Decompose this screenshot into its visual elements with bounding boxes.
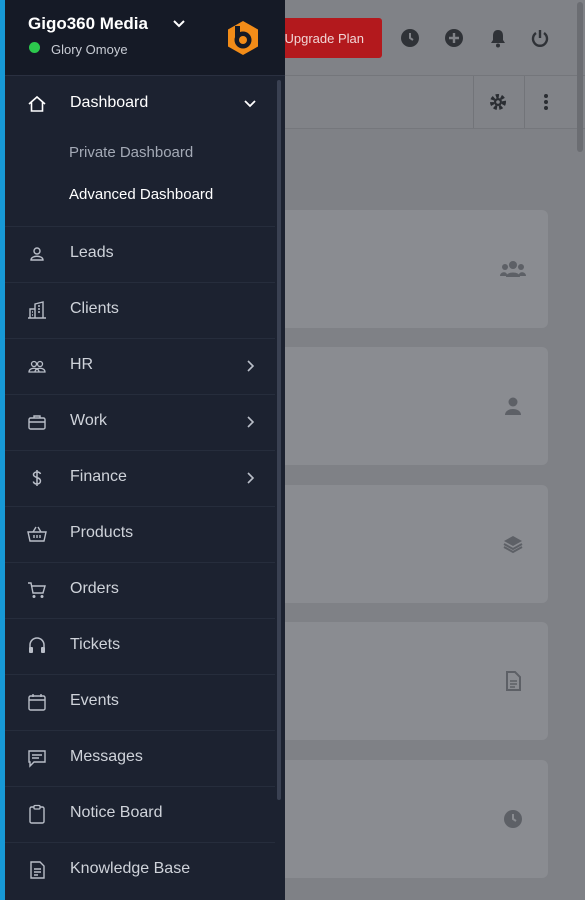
sidebar-item-label: Finance [70, 468, 127, 485]
chevron-down-icon [243, 96, 257, 112]
sidebar-item-notice-board[interactable]: Notice Board [5, 786, 275, 843]
clock-icon[interactable] [400, 28, 420, 48]
submenu-advanced-dashboard[interactable]: Advanced Dashboard [69, 186, 213, 203]
brand-logo-icon[interactable] [225, 20, 261, 56]
more-vertical-icon[interactable] [536, 92, 556, 112]
sidebar-item-label: Work [70, 412, 108, 429]
sidebar-item-label: Leads [70, 244, 114, 261]
headset-icon [27, 636, 47, 656]
user-outline-icon [27, 244, 47, 264]
sidebar-item-label: Notice Board [70, 804, 163, 821]
power-icon[interactable] [530, 28, 550, 48]
clipboard-icon [27, 804, 47, 824]
chevron-down-icon[interactable] [171, 17, 187, 31]
sidebar-item-products[interactable]: Products [5, 506, 275, 563]
toolbar-divider [524, 76, 525, 128]
plus-circle-icon[interactable] [444, 28, 464, 48]
sidebar-item-leads[interactable]: Leads [5, 226, 275, 283]
sidebar-item-work[interactable]: Work [5, 394, 275, 451]
stat-card[interactable] [270, 485, 548, 603]
sidebar-item-label: HR [70, 356, 94, 373]
stat-card[interactable] [270, 210, 548, 328]
basket-icon [27, 524, 47, 544]
chevron-right-icon [243, 470, 257, 486]
home-icon [27, 94, 47, 114]
sidebar-item-orders[interactable]: Orders [5, 562, 275, 619]
toolbar-divider [473, 76, 474, 128]
sidebar-item-events[interactable]: Events [5, 674, 275, 731]
sidebar-item-label: Tickets [70, 636, 121, 653]
stat-card[interactable] [270, 760, 548, 878]
user-name[interactable]: Glory Omoye [51, 42, 128, 57]
sidebar-item-tickets[interactable]: Tickets [5, 618, 275, 675]
online-status-dot [29, 42, 40, 53]
building-icon [27, 300, 47, 320]
chevron-right-icon [243, 358, 257, 374]
user-icon [500, 395, 526, 417]
people-icon [27, 356, 47, 376]
sidebar-item-dashboard[interactable]: Dashboard [5, 76, 275, 132]
sidebar-item-label: Products [70, 524, 134, 541]
calendar-icon [27, 692, 47, 712]
sidebar: Gigo360 Media Glory Omoye Dashboard Priv… [5, 0, 285, 900]
sidebar-item-label: Events [70, 692, 119, 709]
dollar-icon [27, 468, 47, 488]
briefcase-icon [27, 412, 47, 432]
cart-icon [27, 580, 47, 600]
sidebar-scrollbar[interactable] [277, 80, 281, 800]
sidebar-item-hr[interactable]: HR [5, 338, 275, 395]
bell-icon[interactable] [488, 28, 508, 48]
sidebar-item-knowledge-base[interactable]: Knowledge Base [5, 842, 275, 898]
chevron-right-icon [243, 414, 257, 430]
submenu-private-dashboard[interactable]: Private Dashboard [69, 144, 193, 161]
book-icon [27, 860, 47, 880]
sidebar-item-label: Knowledge Base [70, 860, 191, 877]
gear-icon[interactable] [488, 92, 508, 112]
dashboard-section: Dashboard Private Dashboard Advanced Das… [5, 76, 275, 227]
sidebar-item-label: Clients [70, 300, 119, 317]
company-name[interactable]: Gigo360 Media [28, 14, 148, 34]
page-scrollbar[interactable] [577, 2, 583, 152]
sidebar-item-label: Orders [70, 580, 119, 597]
layers-icon [500, 533, 526, 555]
document-icon [500, 670, 526, 692]
sidebar-item-label: Dashboard [70, 94, 149, 111]
clock-icon [500, 808, 526, 830]
stat-card[interactable] [270, 347, 548, 465]
sidebar-header: Gigo360 Media Glory Omoye [5, 0, 285, 76]
upgrade-plan-button[interactable]: Upgrade Plan [270, 18, 382, 58]
users-icon [500, 258, 526, 280]
chat-icon [27, 748, 47, 768]
sidebar-item-finance[interactable]: Finance [5, 450, 275, 507]
sidebar-item-messages[interactable]: Messages [5, 730, 275, 787]
sidebar-item-clients[interactable]: Clients [5, 282, 275, 339]
stat-card[interactable] [270, 622, 548, 740]
sidebar-item-label: Messages [70, 748, 143, 765]
